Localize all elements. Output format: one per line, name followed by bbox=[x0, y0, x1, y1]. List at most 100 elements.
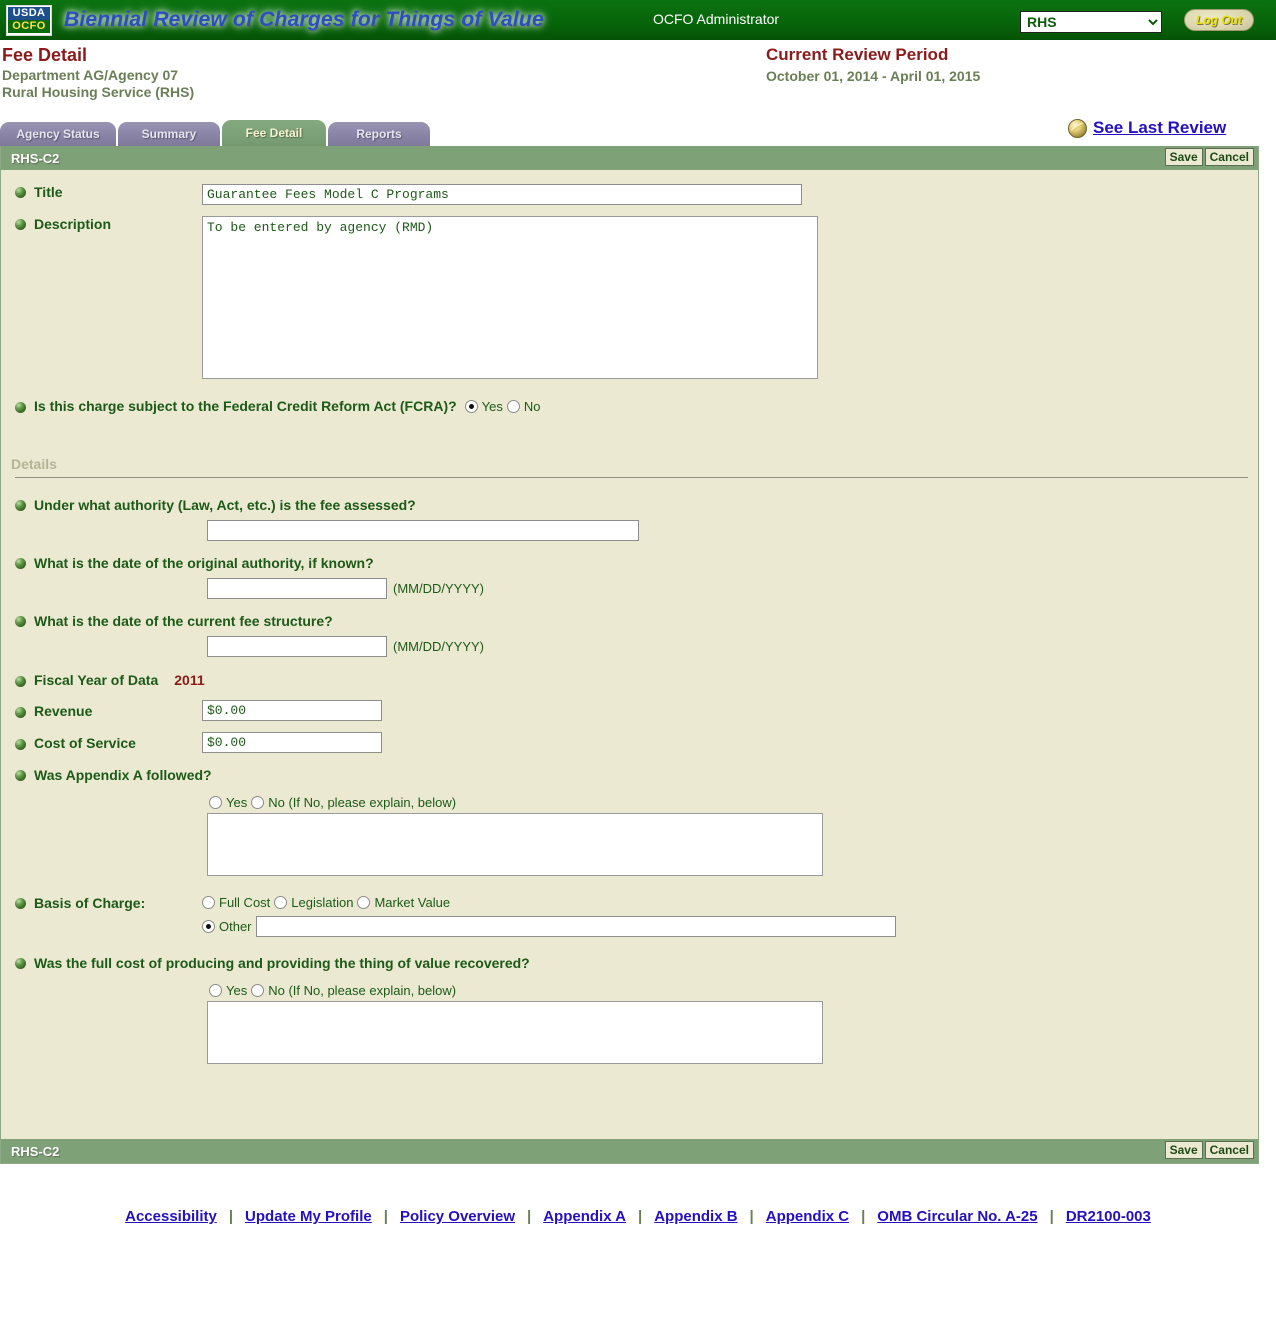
tab-agency-status[interactable]: Agency Status bbox=[0, 122, 116, 146]
tab-bar: Agency Status Summary Fee Detail Reports bbox=[0, 120, 1276, 146]
appendix-a-explain-wrap bbox=[1, 813, 1258, 881]
field-row-revenue: Revenue bbox=[1, 700, 1258, 721]
footer-link-update-my-profile[interactable]: Update My Profile bbox=[233, 1208, 384, 1225]
field-row-fcra: Is this charge subject to the Federal Cr… bbox=[1, 398, 1258, 414]
appendix-a-radio-yes[interactable] bbox=[209, 796, 222, 809]
basis-of-charge-label: Basis of Charge: bbox=[34, 895, 146, 911]
bullet-icon bbox=[15, 706, 26, 718]
current-fee-date-input[interactable] bbox=[207, 636, 387, 657]
title-label: Title bbox=[34, 184, 63, 200]
authority-input[interactable] bbox=[207, 520, 639, 541]
footer-link-appendix-c[interactable]: Appendix C bbox=[754, 1208, 861, 1225]
details-section: Details bbox=[1, 456, 1258, 478]
appendix-a-label: Was Appendix A followed? bbox=[34, 767, 212, 783]
logout-button[interactable]: Log Out bbox=[1184, 9, 1254, 31]
fcra-label: Is this charge subject to the Federal Cr… bbox=[34, 398, 457, 414]
bullet-icon bbox=[15, 676, 26, 687]
description-textarea[interactable] bbox=[202, 216, 818, 379]
bullet-icon bbox=[15, 616, 26, 627]
tab-fee-detail[interactable]: Fee Detail bbox=[222, 120, 326, 146]
fiscal-year-label: Fiscal Year of Data bbox=[34, 672, 159, 688]
appendix-a-radio-no[interactable] bbox=[251, 796, 265, 809]
panel-body: Title Description Is this charge subject… bbox=[1, 184, 1258, 1139]
current-fee-date-label: What is the date of the current fee stru… bbox=[34, 613, 333, 629]
basis-of-charge-row1: Full Cost Legislation Market Value bbox=[202, 895, 896, 910]
cost-of-service-label: Cost of Service bbox=[34, 734, 136, 751]
footer-link-appendix-a[interactable]: Appendix A bbox=[531, 1208, 638, 1225]
agency-select[interactable]: RHS bbox=[1020, 11, 1162, 33]
tab-reports[interactable]: Reports bbox=[328, 122, 430, 146]
basis-radio-other-label: Other bbox=[219, 919, 252, 934]
usda-logo-text: USDA bbox=[8, 7, 50, 20]
basis-of-charge-options: Full Cost Legislation Market Value Other bbox=[202, 895, 896, 937]
fee-detail-panel: RHS-C2 Save Cancel Title Description Is … bbox=[0, 146, 1259, 1164]
full-cost-radio-yes[interactable] bbox=[209, 984, 222, 997]
field-row-cost-of-service: Cost of Service bbox=[1, 732, 1258, 753]
full-cost-explain-textarea[interactable] bbox=[207, 1001, 823, 1064]
panel-footer-title: RHS-C2 bbox=[11, 1143, 60, 1159]
field-row-appendix-a: Was Appendix A followed? bbox=[1, 767, 1258, 783]
field-row-title: Title bbox=[1, 184, 1258, 205]
review-period-title: Current Review Period bbox=[766, 45, 949, 64]
authority-label: Under what authority (Law, Act, etc.) is… bbox=[34, 497, 416, 513]
full-cost-radio-no-label: No (If No, please explain, below) bbox=[268, 983, 457, 998]
description-label: Description bbox=[34, 216, 112, 232]
full-cost-explain-wrap bbox=[1, 1001, 1258, 1069]
basis-of-charge-row2: Other bbox=[202, 916, 896, 937]
field-row-authority: Under what authority (Law, Act, etc.) is… bbox=[1, 497, 1258, 513]
original-authority-date-label: What is the date of the original authori… bbox=[34, 555, 374, 571]
field-row-basis-of-charge: Basis of Charge: Full Cost Legislation M… bbox=[1, 895, 1258, 937]
footer-link-omb-circular[interactable]: OMB Circular No. A-25 bbox=[865, 1208, 1049, 1225]
ocfo-logo-text: OCFO bbox=[8, 20, 50, 33]
bullet-icon bbox=[15, 558, 26, 569]
basis-radio-full-cost[interactable] bbox=[202, 896, 215, 909]
app-header-bar: USDA OCFO Biennial Review of Charges for… bbox=[0, 0, 1276, 40]
review-period-dates: October 01, 2014 - April 01, 2015 bbox=[766, 68, 981, 84]
title-input[interactable] bbox=[202, 184, 802, 205]
appendix-a-radio-yes-label: Yes bbox=[226, 795, 248, 810]
panel-footer: RHS-C2 Save Cancel bbox=[1, 1139, 1258, 1163]
bullet-icon bbox=[15, 898, 26, 909]
app-banner-title: Biennial Review of Charges for Things of… bbox=[64, 8, 544, 31]
basis-radio-legislation-label: Legislation bbox=[291, 895, 354, 910]
bullet-icon bbox=[15, 187, 26, 198]
bullet-icon bbox=[15, 500, 26, 511]
save-button-top[interactable]: Save bbox=[1164, 148, 1203, 166]
field-row-fiscal-year: Fiscal Year of Data 2011 bbox=[1, 672, 1258, 688]
authority-input-wrap bbox=[1, 520, 1258, 541]
basis-radio-legislation[interactable] bbox=[274, 896, 288, 909]
basis-radio-other[interactable] bbox=[202, 920, 215, 933]
fcra-radio-no[interactable] bbox=[506, 399, 520, 413]
footer-link-dr2100-003[interactable]: DR2100-003 bbox=[1054, 1208, 1163, 1225]
original-authority-date-input[interactable] bbox=[207, 578, 387, 599]
cost-of-service-input[interactable] bbox=[202, 732, 382, 753]
bullet-icon bbox=[15, 958, 26, 969]
basis-radio-full-cost-label: Full Cost bbox=[219, 895, 271, 910]
basis-radio-market-value[interactable] bbox=[357, 896, 371, 909]
full-cost-radio-no[interactable] bbox=[251, 984, 265, 997]
cancel-button-bottom[interactable]: Cancel bbox=[1204, 1141, 1254, 1159]
revenue-input[interactable] bbox=[202, 700, 382, 721]
footer-link-policy-overview[interactable]: Policy Overview bbox=[388, 1208, 527, 1225]
panel-header-actions: Save Cancel bbox=[1164, 148, 1254, 166]
footer-links: Accessibility | Update My Profile | Poli… bbox=[0, 1208, 1276, 1225]
title-block: Fee Detail Department AG/Agency 07 Rural… bbox=[0, 40, 1276, 114]
bullet-icon bbox=[15, 402, 26, 413]
cancel-button-top[interactable]: Cancel bbox=[1204, 148, 1254, 166]
page-title: Fee Detail bbox=[2, 45, 88, 65]
fcra-radio-yes-label: Yes bbox=[481, 398, 503, 414]
field-row-original-authority-date: What is the date of the original authori… bbox=[1, 555, 1258, 571]
save-button-bottom[interactable]: Save bbox=[1164, 1141, 1203, 1159]
panel-header-title: RHS-C2 bbox=[11, 150, 60, 166]
appendix-a-radios: Yes No (If No, please explain, below) bbox=[1, 795, 1258, 810]
appendix-a-explain-textarea[interactable] bbox=[207, 813, 823, 876]
panel-footer-actions: Save Cancel bbox=[1164, 1141, 1254, 1159]
footer-link-accessibility[interactable]: Accessibility bbox=[113, 1208, 229, 1225]
user-role-label: OCFO Administrator bbox=[653, 11, 780, 27]
fcra-radio-yes[interactable] bbox=[464, 399, 478, 413]
agency-line: Rural Housing Service (RHS) bbox=[2, 84, 195, 100]
footer-link-appendix-b[interactable]: Appendix B bbox=[642, 1208, 749, 1225]
full-cost-radio-yes-label: Yes bbox=[226, 983, 248, 998]
basis-other-input[interactable] bbox=[255, 916, 896, 937]
tab-summary[interactable]: Summary bbox=[118, 122, 220, 146]
